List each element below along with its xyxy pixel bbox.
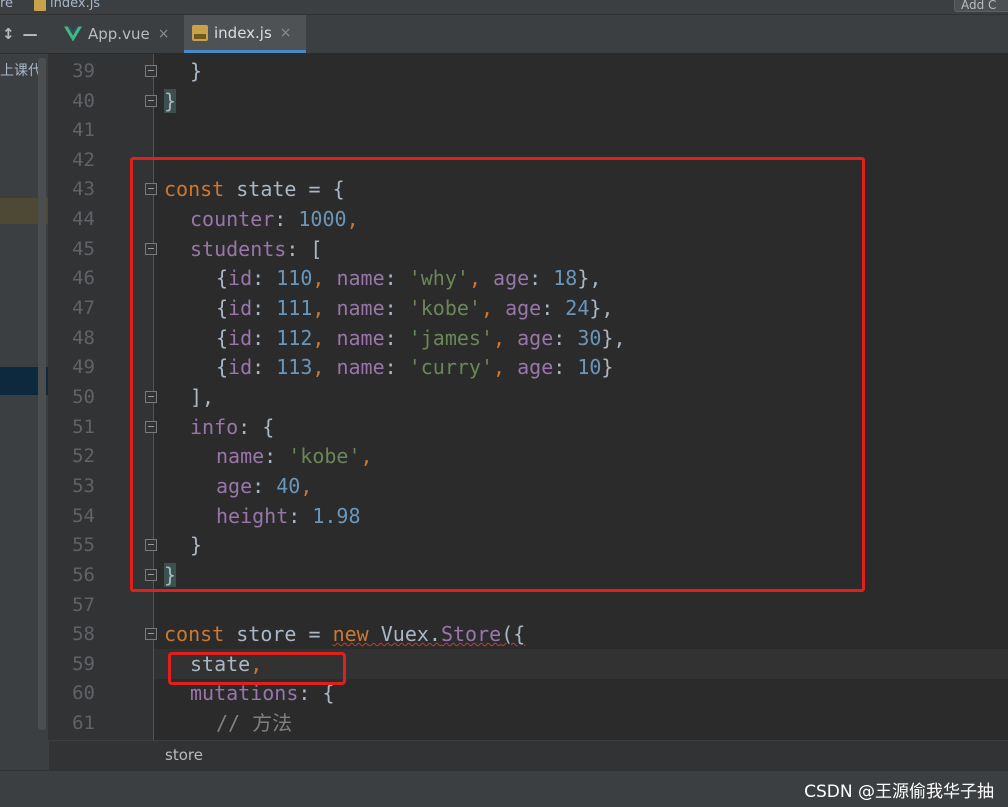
annotation-box-state — [130, 157, 865, 592]
line-number: 61 — [72, 712, 95, 734]
fold-marker-icon[interactable] — [145, 628, 157, 640]
top-crumb-file[interactable]: index.js — [34, 0, 100, 11]
line-number: 55 — [72, 534, 95, 556]
project-panel: 上课代 — [0, 54, 49, 770]
add-configuration-button[interactable]: Add C — [954, 0, 1008, 12]
line-number: 46 — [72, 267, 95, 289]
tab-index-js[interactable]: index.js × — [184, 15, 306, 53]
code-token: // 方法 — [216, 711, 293, 735]
code-token: Vuex. — [368, 622, 441, 646]
line-number: 45 — [72, 238, 95, 260]
panel-tools: ↕ — — [0, 15, 50, 53]
code-token: new — [332, 622, 369, 646]
line-number: 43 — [72, 178, 95, 200]
tab-app-vue[interactable]: App.vue × — [56, 15, 178, 53]
tab-label: App.vue — [88, 25, 150, 43]
code-line-40: } — [164, 86, 177, 116]
project-panel-scrollbar[interactable] — [38, 58, 46, 730]
line-number: 47 — [72, 297, 95, 319]
project-tree-item[interactable]: 上课代 — [0, 60, 42, 80]
code-token: const — [164, 622, 225, 646]
line-number: 41 — [72, 119, 95, 141]
line-number: 57 — [72, 594, 95, 616]
code-line-61: // 方法 — [216, 708, 292, 738]
code-token: } — [190, 59, 203, 83]
line-number: 44 — [72, 208, 95, 230]
watermark: CSDN @王源偷我华子抽 — [804, 782, 994, 802]
breadcrumb: store — [49, 740, 1008, 771]
code-token: Store — [440, 622, 502, 646]
editor-tab-bar: ↕ — App.vue × index.js × — [0, 15, 1008, 54]
code-token: ({ — [501, 622, 526, 646]
code-token: } — [164, 89, 177, 113]
breadcrumb-item[interactable]: store — [165, 746, 203, 764]
line-number: 54 — [72, 505, 95, 527]
code-token: store = — [224, 622, 333, 646]
line-number: 51 — [72, 416, 95, 438]
close-icon[interactable]: × — [280, 25, 292, 41]
close-icon[interactable]: × — [158, 26, 170, 42]
line-number: 53 — [72, 475, 95, 497]
line-number: 59 — [72, 653, 95, 675]
status-bar: CSDN @王源偷我华子抽 — [0, 770, 1008, 807]
code-line-58: const store = new Vuex.Store({ — [164, 619, 525, 649]
line-number: 49 — [72, 356, 95, 378]
code-line-39: } — [190, 56, 202, 86]
vue-icon — [64, 26, 82, 42]
line-number: 42 — [72, 149, 95, 171]
js-file-icon — [34, 0, 46, 11]
top-strip: re index.js Add C — [0, 0, 1008, 15]
tab-label: index.js — [214, 23, 272, 42]
line-number: 52 — [72, 445, 95, 467]
line-number: 56 — [72, 564, 95, 586]
fold-marker-icon[interactable] — [145, 65, 157, 77]
top-crumb-file-label: index.js — [50, 0, 101, 11]
minimize-icon[interactable]: — — [23, 25, 38, 43]
panel-bottom — [0, 740, 49, 770]
line-number: 58 — [72, 623, 95, 645]
annotation-box-store-state — [168, 652, 346, 685]
line-number: 48 — [72, 327, 95, 349]
line-number: 39 — [72, 60, 95, 82]
line-number: 50 — [72, 386, 95, 408]
collapse-icon[interactable]: ↕ — [2, 25, 15, 43]
fold-marker-icon[interactable] — [145, 95, 157, 107]
line-number: 60 — [72, 682, 95, 704]
top-crumb[interactable]: re — [0, 0, 13, 11]
js-file-icon — [192, 24, 208, 41]
line-number: 40 — [72, 90, 95, 112]
ide-window: re index.js Add C ↕ — App.vue × index.js… — [0, 0, 1008, 807]
